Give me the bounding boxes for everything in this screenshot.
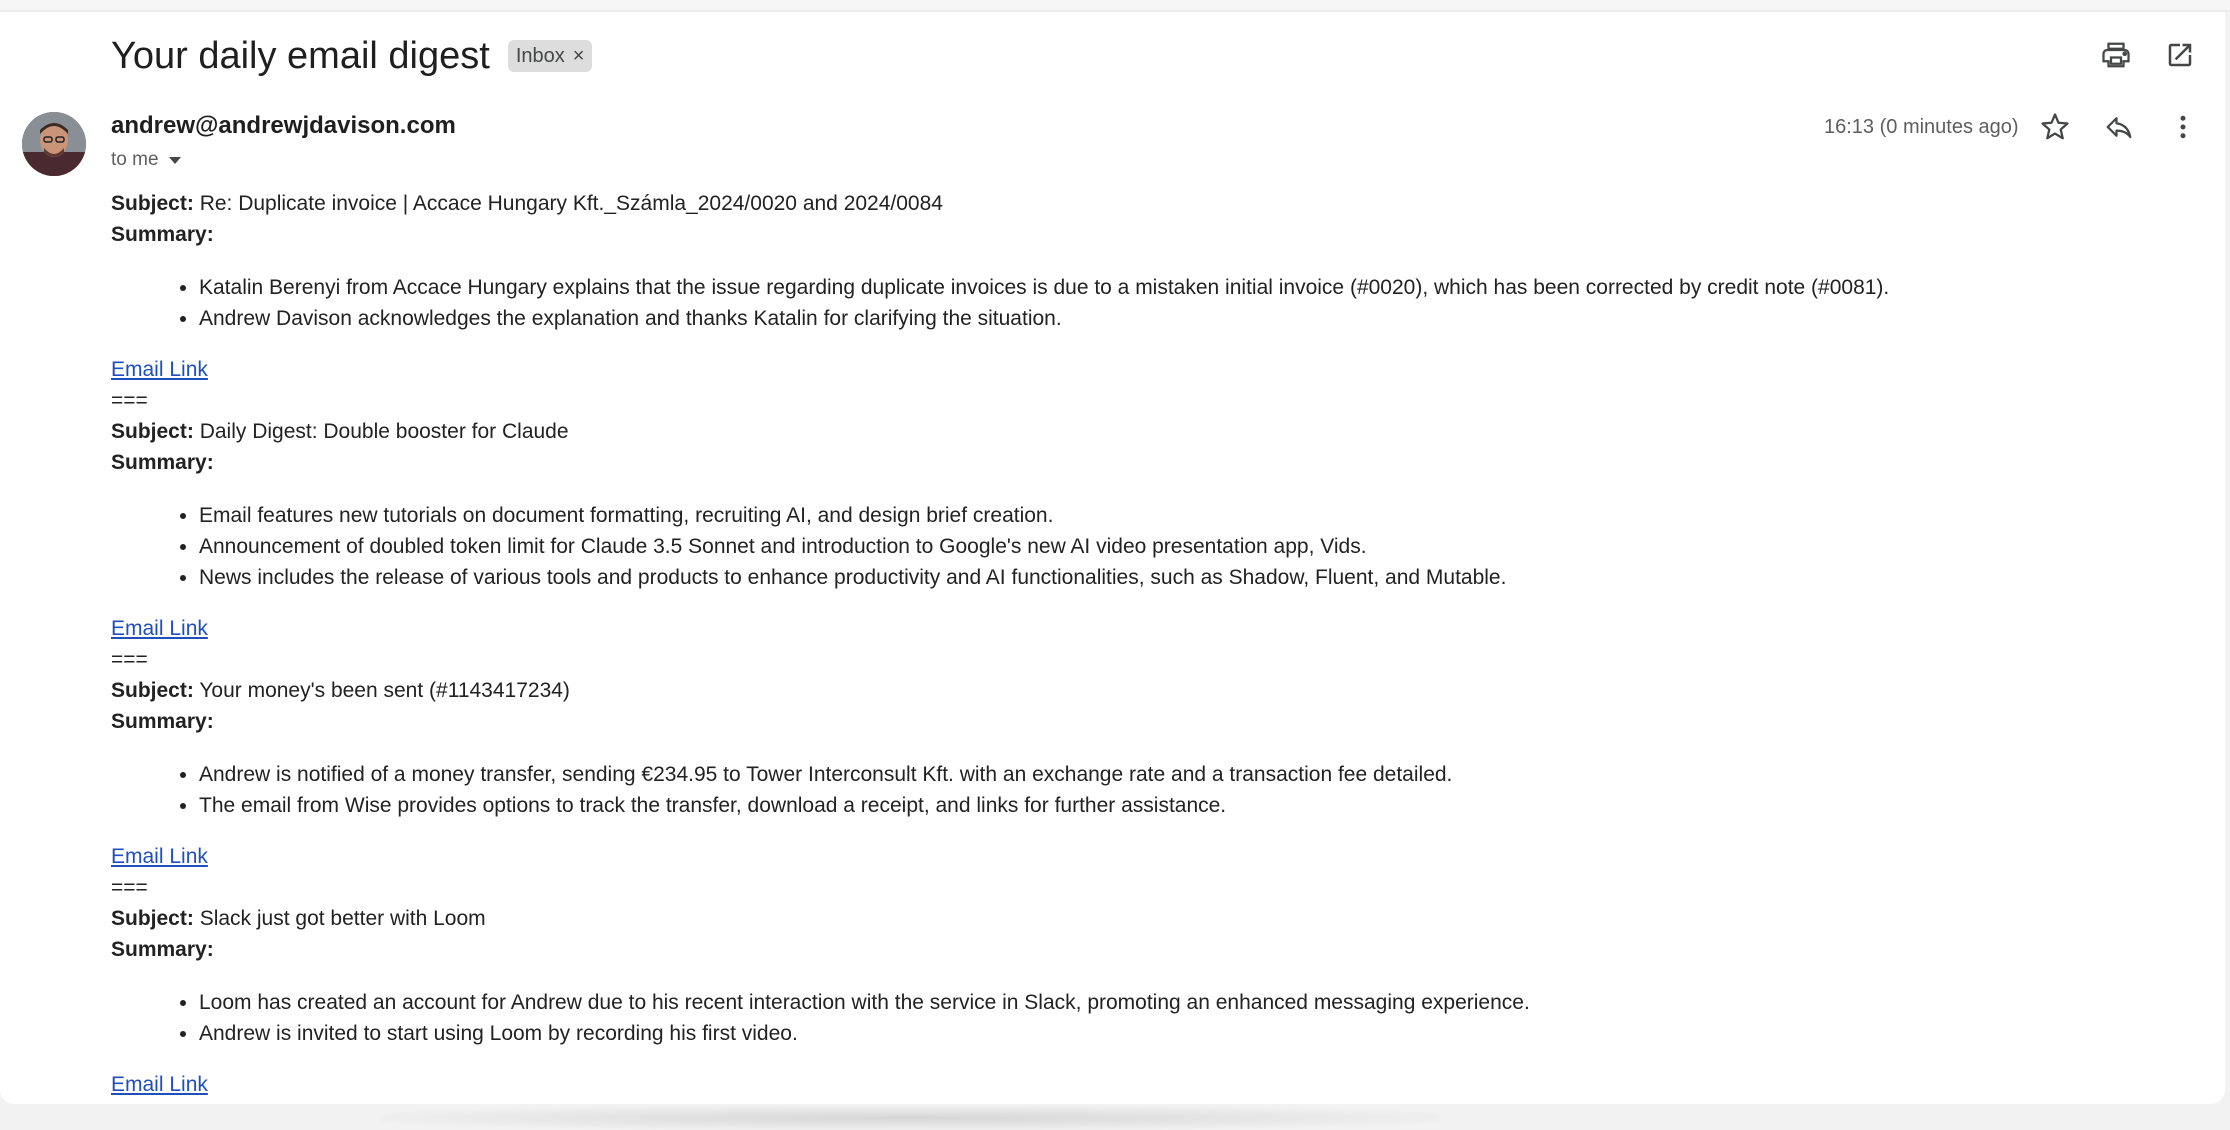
subject-text: Your money's been sent (#1143417234) [199, 679, 570, 702]
summary-label: Summary: [111, 223, 214, 246]
summary-label: Summary: [111, 938, 214, 961]
list-item: News includes the release of various too… [199, 562, 2191, 593]
print-icon[interactable] [2101, 40, 2131, 70]
email-link[interactable]: Email Link [111, 845, 208, 868]
star-icon[interactable] [2040, 112, 2070, 142]
remove-label-icon[interactable]: × [573, 45, 585, 68]
sender-email[interactable]: andrew@andrewjdavison.com [111, 112, 456, 140]
subject-line: Subject: Your money's been sent (#114341… [111, 675, 2191, 706]
email-link[interactable]: Email Link [111, 1073, 208, 1096]
summary-list: Loom has created an account for Andrew d… [111, 987, 2191, 1049]
summary-label: Summary: [111, 451, 214, 474]
subject-label: Subject: [111, 192, 194, 215]
subject-text: Daily Digest: Double booster for Claude [199, 420, 569, 443]
subject-header: Your daily email digest Inbox × [111, 26, 593, 86]
recipient-toggle[interactable]: to me [111, 149, 181, 171]
more-vert-icon[interactable] [2168, 112, 2198, 142]
message-actions [2040, 112, 2198, 142]
separator: === [111, 389, 148, 412]
subject-text: Slack just got better with Loom [199, 907, 486, 930]
separator: === [111, 876, 148, 899]
chevron-down-icon[interactable] [168, 156, 181, 164]
inbox-label-chip[interactable]: Inbox × [507, 40, 593, 72]
thread-actions [2101, 40, 2195, 70]
top-divider [0, 0, 2230, 12]
list-item: Announcement of doubled token limit for … [199, 531, 2191, 562]
subject-label: Subject: [111, 679, 194, 702]
subject-label: Subject: [111, 420, 194, 443]
subject-line: Subject: Daily Digest: Double booster fo… [111, 416, 2191, 447]
subject-label: Subject: [111, 907, 194, 930]
summary-list: Email features new tutorials on document… [111, 500, 2191, 593]
digest-entry: Subject: Your money's been sent (#114341… [111, 675, 2191, 903]
message-card: Your daily email digest Inbox × andrew@a… [0, 12, 2225, 1104]
list-item: The email from Wise provides options to … [199, 790, 2191, 821]
page-title: Your daily email digest [111, 34, 490, 77]
digest-entry: Subject: Slack just got better with Loom… [111, 903, 2191, 1100]
separator: === [111, 648, 148, 671]
digest-entry: Subject: Daily Digest: Double booster fo… [111, 416, 2191, 675]
bottom-shadow [380, 1106, 1440, 1130]
digest-entry: Subject: Re: Duplicate invoice | Accace … [111, 188, 2191, 416]
inbox-label-text: Inbox [515, 44, 565, 67]
subject-line: Subject: Slack just got better with Loom [111, 903, 2191, 934]
message-body: Subject: Re: Duplicate invoice | Accace … [111, 188, 2191, 1100]
list-item: Andrew Davison acknowledges the explanat… [199, 303, 2191, 334]
list-item: Katalin Berenyi from Accace Hungary expl… [199, 272, 2191, 303]
list-item: Andrew is invited to start using Loom by… [199, 1018, 2191, 1049]
list-item: Andrew is notified of a money transfer, … [199, 759, 2191, 790]
list-item: Loom has created an account for Andrew d… [199, 987, 2191, 1018]
reply-icon[interactable] [2104, 112, 2134, 142]
email-link[interactable]: Email Link [111, 617, 208, 640]
summary-list: Katalin Berenyi from Accace Hungary expl… [111, 272, 2191, 334]
avatar[interactable] [22, 112, 86, 176]
email-link[interactable]: Email Link [111, 358, 208, 381]
summary-label: Summary: [111, 710, 214, 733]
summary-list: Andrew is notified of a money transfer, … [111, 759, 2191, 821]
message-timestamp: 16:13 (0 minutes ago) [1824, 116, 2019, 138]
subject-line: Subject: Re: Duplicate invoice | Accace … [111, 188, 2191, 219]
recipient-label: to me [111, 149, 159, 170]
list-item: Email features new tutorials on document… [199, 500, 2191, 531]
subject-text: Re: Duplicate invoice | Accace Hungary K… [199, 192, 943, 215]
open-in-new-icon[interactable] [2165, 40, 2195, 70]
